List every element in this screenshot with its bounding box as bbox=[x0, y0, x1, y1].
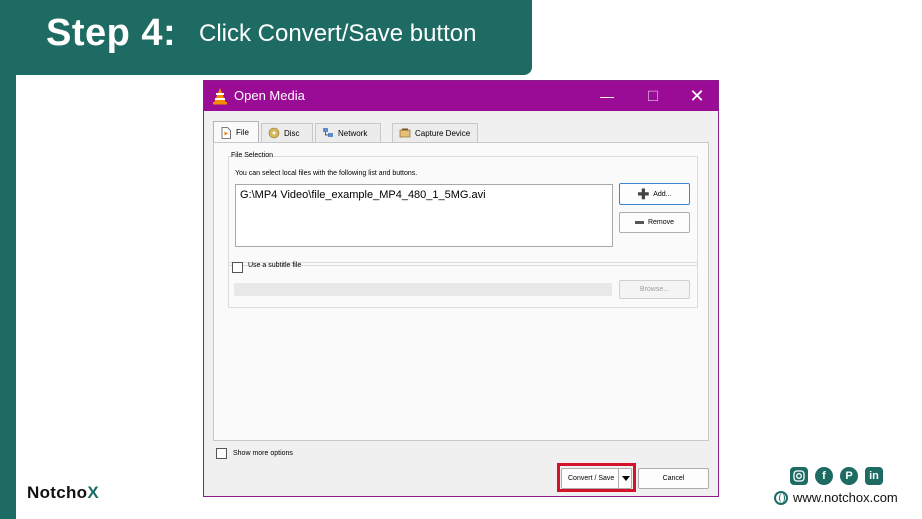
linkedin-icon[interactable]: in bbox=[865, 467, 883, 485]
tab-capture-device[interactable]: Capture Device bbox=[392, 123, 478, 142]
vlc-cone-icon bbox=[213, 88, 227, 105]
file-selection-label: File Selection bbox=[231, 152, 274, 159]
social-links: f P in bbox=[790, 467, 883, 485]
remove-button-label: Remove bbox=[647, 219, 675, 226]
tab-content-panel: File Selection You can select local file… bbox=[213, 142, 709, 441]
subtitle-checkbox[interactable] bbox=[232, 262, 243, 273]
minimize-button[interactable]: — bbox=[584, 81, 630, 111]
highlight-box bbox=[557, 463, 636, 492]
tab-network-label: Network bbox=[338, 128, 368, 138]
cancel-button[interactable]: Cancel bbox=[638, 468, 709, 489]
file-icon bbox=[220, 126, 232, 139]
step-description: Click Convert/Save button bbox=[199, 20, 477, 47]
capture-device-icon bbox=[399, 127, 411, 139]
cancel-button-label: Cancel bbox=[662, 475, 685, 482]
file-selection-hint: You can select local files with the foll… bbox=[235, 170, 418, 177]
minus-icon bbox=[634, 221, 644, 224]
network-icon bbox=[322, 127, 334, 139]
brand-name: Notch bbox=[27, 483, 77, 502]
tab-disc-label: Disc bbox=[284, 128, 300, 138]
disc-icon bbox=[268, 127, 280, 139]
left-accent-strip bbox=[0, 0, 16, 519]
instagram-icon[interactable] bbox=[790, 467, 808, 485]
maximize-button[interactable]: ☐ bbox=[630, 81, 676, 111]
open-media-dialog: Open Media — ☐ ✕ File Disc Network Captu… bbox=[203, 80, 719, 497]
window-title: Open Media bbox=[234, 88, 305, 103]
list-item[interactable]: G:\MP4 Video\file_example_MP4_480_1_5MG.… bbox=[240, 189, 608, 201]
add-button[interactable]: ✚ Add... bbox=[619, 183, 690, 205]
globe-icon bbox=[774, 490, 788, 505]
title-bar: Open Media — ☐ ✕ bbox=[204, 81, 718, 111]
show-more-options-checkbox[interactable] bbox=[216, 448, 227, 459]
website-link[interactable]: www.notchox.com bbox=[774, 490, 898, 505]
tab-disc[interactable]: Disc bbox=[261, 123, 313, 142]
tab-network[interactable]: Network bbox=[315, 123, 381, 142]
file-list[interactable]: G:\MP4 Video\file_example_MP4_480_1_5MG.… bbox=[235, 184, 613, 247]
tab-file[interactable]: File bbox=[213, 121, 259, 143]
subtitle-checkbox-label: Use a subtitle file bbox=[248, 262, 302, 269]
close-button[interactable]: ✕ bbox=[674, 81, 720, 111]
browse-button: Browse... bbox=[619, 280, 690, 299]
facebook-icon[interactable]: f bbox=[815, 467, 833, 485]
subtitle-file-field bbox=[234, 283, 612, 296]
brand-logo: NotchoX bbox=[27, 483, 99, 503]
pinterest-icon[interactable]: P bbox=[840, 467, 858, 485]
tab-capture-device-label: Capture Device bbox=[415, 128, 471, 138]
step-banner: Step 4: Click Convert/Save button bbox=[0, 0, 532, 75]
website-url: www.notchox.com bbox=[793, 490, 898, 505]
step-number: Step 4: bbox=[46, 12, 177, 54]
remove-button[interactable]: Remove bbox=[619, 212, 690, 233]
plus-icon: ✚ bbox=[637, 186, 650, 202]
brand-o: o bbox=[76, 483, 88, 502]
add-button-label: Add... bbox=[653, 190, 672, 198]
show-more-options-label: Show more options bbox=[233, 450, 293, 457]
tab-file-label: File bbox=[236, 128, 249, 137]
brand-x: X bbox=[87, 483, 99, 502]
